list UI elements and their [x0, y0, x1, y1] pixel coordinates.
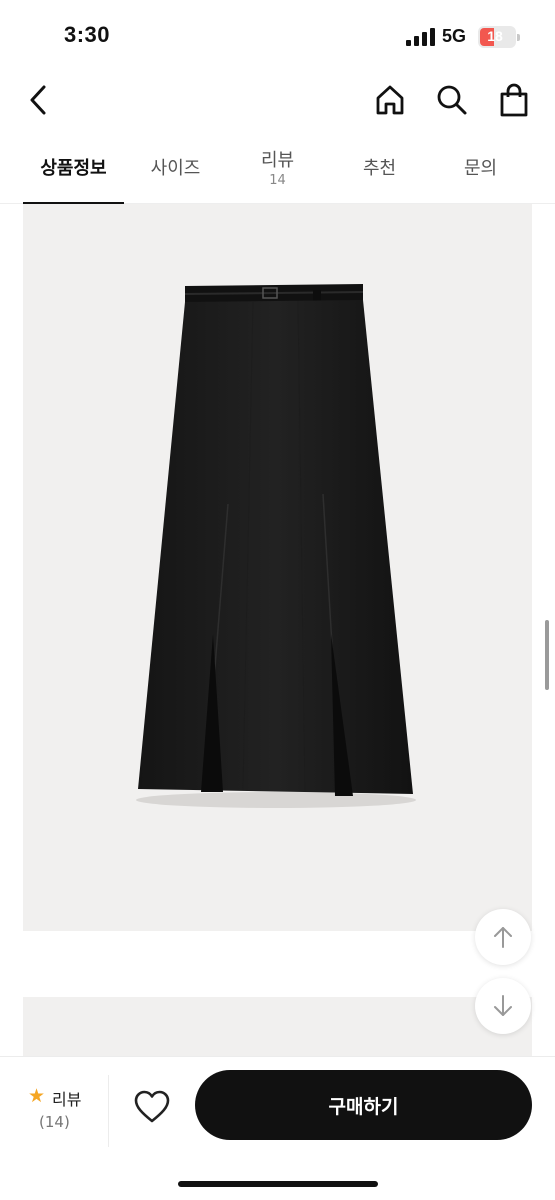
cart-button[interactable]: [494, 80, 534, 120]
battery-icon: 18: [478, 26, 520, 48]
product-image-next: [23, 997, 532, 1056]
arrow-up-icon: [494, 927, 512, 948]
search-button[interactable]: [432, 80, 472, 120]
scrollbar-thumb[interactable]: [545, 620, 549, 690]
battery-level: 18: [487, 28, 503, 44]
tab-recommend[interactable]: 추천: [329, 132, 430, 204]
status-time: 3:30: [64, 22, 111, 47]
scroll-bottom-button[interactable]: [475, 978, 531, 1034]
tab-product-info[interactable]: 상품정보: [23, 132, 124, 205]
product-tabs: 상품정보 사이즈 리뷰 14 추천 문의: [0, 132, 555, 205]
wishlist-button[interactable]: [130, 1087, 174, 1127]
scroll-top-button[interactable]: [475, 909, 531, 965]
home-indicator: [178, 1181, 378, 1187]
home-icon: [376, 85, 404, 115]
star-icon: ★: [28, 1085, 46, 1107]
arrow-down-icon: [494, 995, 512, 1016]
product-image: [23, 204, 532, 931]
top-nav: [0, 70, 555, 130]
tab-review-count: 14: [269, 173, 286, 188]
heart-icon: [134, 1090, 170, 1123]
tab-label: 사이즈: [150, 158, 201, 179]
product-detail-content[interactable]: [0, 204, 555, 1056]
battery-nub: [517, 34, 520, 41]
bottom-divider: [108, 1075, 109, 1147]
tab-label: 상품정보: [40, 158, 107, 179]
bottom-action-bar: ★ 리뷰 (14) 구매하기: [0, 1056, 555, 1200]
review-summary[interactable]: ★ 리뷰 (14): [22, 1081, 102, 1141]
tab-size[interactable]: 사이즈: [125, 132, 226, 204]
buy-button[interactable]: 구매하기: [195, 1070, 532, 1140]
tab-label: 추천: [362, 158, 397, 179]
tab-label: 리뷰: [260, 150, 295, 171]
tab-label: 문의: [463, 158, 498, 179]
tab-reviews[interactable]: 리뷰 14: [227, 132, 328, 204]
back-button[interactable]: [18, 80, 58, 120]
search-icon: [437, 85, 467, 115]
home-button[interactable]: [370, 80, 410, 120]
status-bar: 3:30 5G 18: [0, 0, 555, 70]
skirt-illustration: [136, 284, 416, 808]
network-type: 5G: [442, 26, 467, 46]
review-count: (14): [39, 1113, 70, 1131]
chevron-left-icon: [30, 85, 46, 115]
tab-inquiry[interactable]: 문의: [430, 132, 531, 204]
signal-icon: [406, 28, 435, 46]
review-label: 리뷰: [52, 1090, 82, 1109]
shopping-bag-icon: [500, 83, 528, 117]
